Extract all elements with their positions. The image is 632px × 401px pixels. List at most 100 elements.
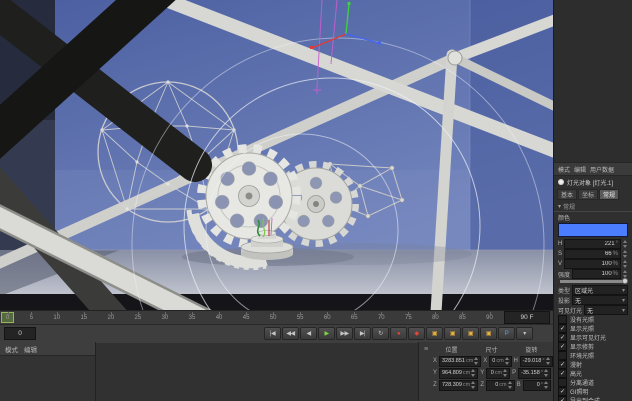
attribute-checkbox-row[interactable]: 分离通道 (554, 378, 632, 387)
end-frame-field[interactable]: 90 F (504, 311, 550, 324)
transport-button[interactable]: ▣ (444, 327, 461, 340)
attribute-checkbox-row[interactable]: ✓ 显示可见灯光 (554, 333, 632, 342)
ruler-tick: 50 (270, 311, 276, 324)
size-x-field[interactable]: 0 cm (489, 355, 512, 367)
checkbox[interactable]: ✓ (558, 324, 567, 333)
hsv-field[interactable]: 100% (564, 259, 621, 269)
checkbox[interactable]: ✓ (558, 333, 567, 342)
transport-button[interactable]: ◀◀ (282, 327, 299, 340)
transport-button[interactable]: ▶▶ (336, 327, 353, 340)
rotation-h-field[interactable]: -29.018 ° (519, 355, 553, 367)
ruler-tick: 80 (432, 311, 439, 324)
menu-item[interactable]: 用户数据 (590, 165, 614, 174)
transport-button[interactable]: P (498, 327, 515, 340)
checkbox[interactable]: ✓ (558, 360, 567, 369)
transport-button[interactable]: ▶ (318, 327, 335, 340)
checkbox[interactable] (558, 315, 567, 324)
tab-basic[interactable]: 基本 (557, 189, 578, 200)
attribute-checkbox-row[interactable]: ✓ 显示修剪 (554, 342, 632, 351)
stepper[interactable] (507, 381, 513, 389)
stepper[interactable] (504, 357, 510, 365)
viewport-3d[interactable] (0, 0, 553, 310)
chevron-down-icon: ▾ (621, 297, 625, 304)
stepper[interactable] (623, 270, 628, 278)
tab-general[interactable]: 常规 (599, 189, 620, 200)
attribute-checkbox-row[interactable]: ✓ 漫射 (554, 360, 632, 369)
current-frame-field[interactable]: 0 (4, 327, 36, 340)
position-x-field[interactable]: 3283.851 cm (439, 355, 482, 367)
checkbox[interactable]: ✓ (558, 396, 567, 401)
transport-bar: 0 |◀ ◀◀ ◀ ▶ ▶▶ ▶| ↻ ● ◆ ▣ ▣ ▣ ▣ P ▾ (0, 324, 553, 342)
attribute-checkbox-row[interactable]: 环境光照 (554, 351, 632, 360)
section-general[interactable]: ▾ 常规 (554, 201, 632, 212)
type-dropdown[interactable]: 区域光 ▾ (572, 285, 628, 295)
stepper[interactable] (503, 369, 508, 377)
attribute-checkbox-row[interactable]: ✓ 显示光照 (554, 324, 632, 333)
menu-item[interactable]: 模式 (5, 344, 18, 354)
attribute-checkbox-row[interactable]: ✓ GI照明 (554, 387, 632, 396)
visible-light-dropdown[interactable]: 无 ▾ (584, 305, 628, 315)
transport-button[interactable]: ◀ (300, 327, 317, 340)
checkbox[interactable]: ✓ (558, 369, 567, 378)
menu-item[interactable]: 编辑 (24, 344, 37, 354)
stepper[interactable] (623, 250, 628, 258)
stepper[interactable] (471, 381, 476, 389)
stepper[interactable] (544, 381, 549, 389)
timeline-ticks[interactable]: 0 5 10 15 20 25 30 35 40 45 50 55 60 65 70 75 80 85 90 (0, 311, 501, 324)
rotation-p-field[interactable]: -35.158 ° (518, 367, 551, 379)
transport-button[interactable]: ▶| (354, 327, 371, 340)
checkbox[interactable] (558, 351, 567, 360)
transport-button[interactable]: ▣ (480, 327, 497, 340)
viewport-canvas[interactable] (0, 0, 553, 310)
coordinates-manager: ≡ 位置 尺寸 旋转 X 3283.851 cm X 0 cm H -29.018 °… (418, 342, 553, 401)
hsv-field[interactable]: 221 ° (564, 239, 621, 249)
hsv-rows: H 221 ° S 66% V 100 % (554, 239, 632, 269)
stepper[interactable] (474, 357, 479, 365)
checkbox[interactable] (558, 378, 567, 387)
stepper[interactable] (544, 369, 549, 377)
rotation-b-field[interactable]: 0 ° (522, 379, 551, 391)
attribute-checkbox-row[interactable]: 没有光照 (554, 315, 632, 324)
material-panel-menu: 模式 编辑 (0, 342, 95, 356)
hsv-row: S 66% (554, 249, 632, 259)
intensity-slider[interactable] (560, 278, 628, 284)
checkbox[interactable]: ✓ (558, 342, 567, 351)
stepper[interactable] (623, 260, 628, 268)
tab-coordinates[interactable]: 坐标 (578, 189, 599, 200)
color-swatch[interactable] (558, 223, 628, 237)
intensity-field[interactable]: 100% (572, 269, 621, 279)
ruler-tick: 45 (243, 311, 249, 324)
ruler-tick: 25 (135, 311, 141, 324)
transport-button[interactable]: ◆ (408, 327, 425, 340)
transport-button[interactable]: ↻ (372, 327, 389, 340)
size-y-field[interactable]: 0 cm (486, 367, 511, 379)
attribute-manager: 模式 编辑 用户数据 灯光对象 [灯光.1] 基本 坐标 常规 ▾ 常规 颜色 H … (553, 0, 632, 401)
transport-button[interactable]: ▣ (426, 327, 443, 340)
position-z-field[interactable]: 728.309 cm (439, 379, 479, 391)
checkbox[interactable]: ✓ (558, 387, 567, 396)
chevron-down-icon: ▾ (621, 287, 625, 294)
stepper[interactable] (623, 240, 628, 248)
attribute-checkbox-row[interactable]: ✓ 高光 (554, 369, 632, 378)
transport-buttons: |◀ ◀◀ ◀ ▶ ▶▶ ▶| ↻ ● ◆ ▣ ▣ ▣ ▣ P ▾ (264, 327, 533, 340)
position-y-field[interactable]: 964.809 cm (439, 367, 479, 379)
ruler-tick: 20 (108, 311, 114, 324)
transport-button[interactable]: ▣ (462, 327, 479, 340)
attribute-checkboxes: 没有光照 ✓ 显示光照 ✓ 显示可见灯光 ✓ 显示修剪 环境光照 ✓ 漫射 ✓ … (554, 315, 632, 401)
hsv-field[interactable]: 66% (564, 249, 621, 259)
type-label: 类型 (558, 288, 571, 295)
ruler-tick: 0 (6, 311, 9, 324)
timeline-ruler[interactable]: 0 5 10 15 20 25 30 35 40 45 50 55 60 65 70 75 80 85 90 90 … (0, 310, 553, 324)
size-z-field[interactable]: 0 cm (486, 379, 515, 391)
attribute-checkbox-row[interactable]: ✓ 导出到合成 (554, 396, 632, 401)
menu-item[interactable]: 编辑 (574, 165, 586, 174)
menu-item[interactable]: 模式 (558, 165, 570, 174)
ruler-tick: 65 (351, 311, 358, 324)
transport-button[interactable]: |◀ (264, 327, 281, 340)
transport-button[interactable]: ▾ (516, 327, 533, 340)
shadow-dropdown[interactable]: 无 ▾ (572, 295, 628, 305)
stepper[interactable] (545, 357, 551, 365)
transport-button[interactable]: ● (390, 327, 407, 340)
coords-menu-icon[interactable]: ≡ (421, 346, 431, 353)
stepper[interactable] (471, 369, 476, 377)
